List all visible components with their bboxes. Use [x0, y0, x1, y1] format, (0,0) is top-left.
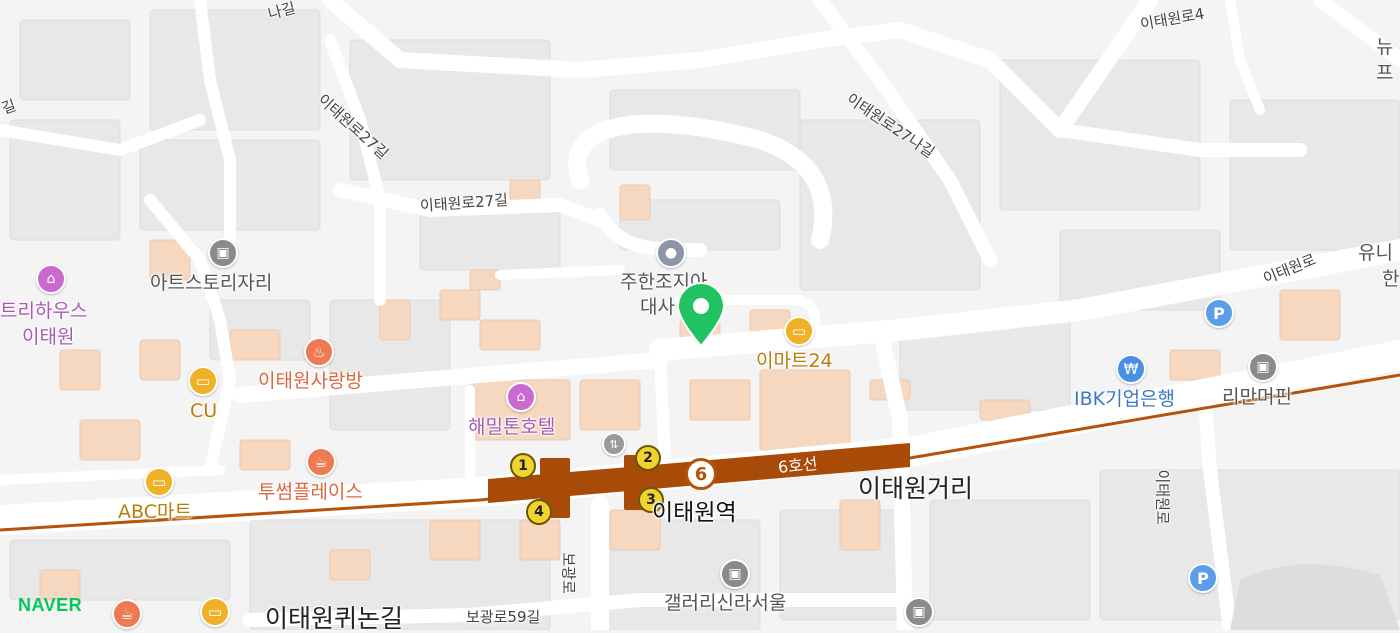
naver-logo: NAVER: [18, 595, 83, 615]
place-label-newy-2[interactable]: 프: [1376, 64, 1393, 83]
shop-icon-cu[interactable]: ▭: [188, 366, 218, 396]
gallery-icon-riman[interactable]: ▣: [1248, 352, 1278, 382]
elevator-icon: ⇅: [602, 432, 626, 456]
place-label-twosome[interactable]: 투썸플레이스: [258, 483, 363, 502]
line6-badge-number: 6: [694, 463, 708, 485]
place-label-ibk[interactable]: IBK기업은행: [1074, 390, 1175, 409]
shop-icon-emart24[interactable]: ▭: [784, 316, 814, 346]
place-label-itaewon-station[interactable]: 이태원역: [652, 502, 737, 525]
gallery-icon-artstory[interactable]: ▣: [208, 238, 238, 268]
place-label-gallery-shilla[interactable]: 갤러리신라서울: [664, 594, 786, 613]
place-label-treehouse-2[interactable]: 이태원: [22, 328, 74, 347]
cafe-icon-bottom-left[interactable]: ☕: [112, 599, 142, 629]
line6-badge: 6: [685, 458, 717, 490]
park-area: [1230, 564, 1400, 630]
road-label-bogwangro59: 보광로59길: [466, 608, 541, 626]
shop-icon-abc[interactable]: ▭: [144, 467, 174, 497]
place-label-hamilton[interactable]: 해밀톤호텔: [468, 418, 555, 437]
road-label-bogwangro: 보광로: [559, 552, 578, 594]
parking-glyph: P: [1197, 568, 1209, 588]
place-label-abc[interactable]: ABC마트: [118, 503, 192, 522]
place-label-treehouse-1[interactable]: 트리하우스: [0, 302, 87, 321]
place-label-sarangbang[interactable]: 이태원사랑방: [258, 372, 363, 391]
area-label-itaewon-street: 이태원거리: [858, 474, 974, 503]
bank-icon-ibk[interactable]: ₩: [1116, 354, 1146, 384]
place-label-uni-2[interactable]: 한: [1382, 270, 1399, 289]
area-label-quinon-gil: 이태원퀴논길: [265, 604, 404, 633]
restaurant-icon-sarangbang[interactable]: ♨: [304, 337, 334, 367]
cafe-icon-twosome[interactable]: ☕: [306, 447, 336, 477]
place-label-artstory[interactable]: 아트스토리자리: [150, 274, 272, 293]
exit-number: 1: [518, 458, 528, 474]
exit-number: 4: [534, 504, 544, 520]
station-exit-2[interactable]: 2: [635, 445, 661, 471]
exit-number: 2: [643, 450, 653, 466]
road-label-itaewonro-vertical: 이태원로: [1153, 469, 1172, 525]
place-label-uni-1[interactable]: 유니: [1358, 244, 1393, 263]
place-label-cu[interactable]: CU: [190, 402, 217, 421]
shop-icon-bottom[interactable]: ▭: [200, 597, 230, 627]
embassy-icon[interactable]: ●: [656, 238, 686, 268]
gallery-icon-bottom-right[interactable]: ▣: [904, 597, 934, 627]
place-label-newy-1[interactable]: 뉴: [1376, 38, 1393, 57]
hotel-icon-hamilton[interactable]: ⌂: [506, 382, 536, 412]
location-marker-icon[interactable]: [674, 282, 728, 348]
place-label-emart24[interactable]: 이마트24: [756, 352, 833, 371]
bank-glyph: ₩: [1123, 360, 1139, 378]
parking-icon-upper[interactable]: P: [1204, 298, 1234, 328]
place-label-embassy-2[interactable]: 대사: [640, 298, 675, 317]
parking-icon-lower[interactable]: P: [1188, 563, 1218, 593]
gallery-icon-shilla[interactable]: ▣: [720, 559, 750, 589]
parking-glyph: P: [1213, 303, 1225, 323]
line6-label: 6호선: [777, 453, 819, 478]
station-exit-4[interactable]: 4: [526, 499, 552, 525]
place-label-riman[interactable]: 리만머핀: [1222, 388, 1292, 407]
station-exit-1[interactable]: 1: [510, 453, 536, 479]
hotel-icon-treehouse[interactable]: ⌂: [36, 264, 66, 294]
